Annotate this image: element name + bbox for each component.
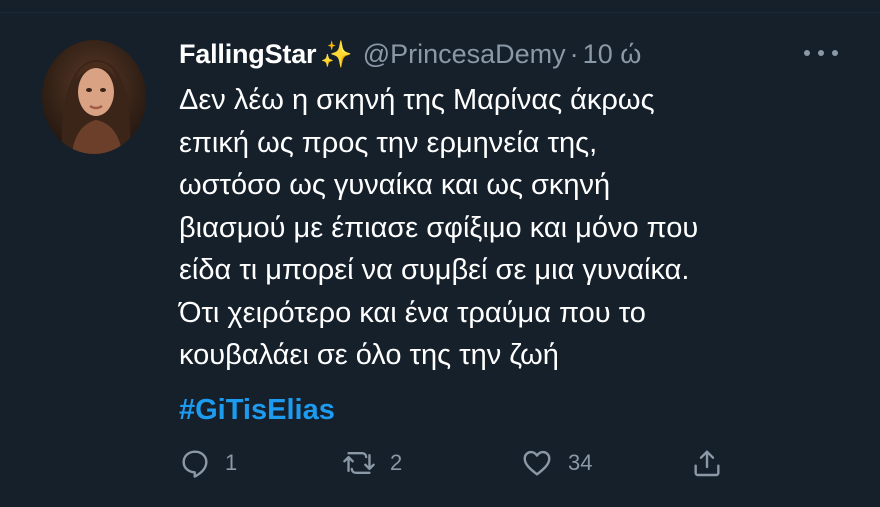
sparkles-emoji: ✨: [320, 38, 353, 69]
tweet-text-line: Ότι χειρότερο και ένα τραύμα που το: [179, 296, 646, 329]
retweet-icon: [342, 447, 376, 479]
reply-icon: [179, 447, 211, 479]
tweet-actions: 1 2 34: [179, 443, 739, 483]
tweet-text-line: είδα τι μπορεί να συμβεί σε μια γυναίκα.: [179, 254, 690, 286]
tweet-text-line: ωστόσο ως γυναίκα και ως σκηνή: [179, 169, 611, 201]
tweet-text: Δεν λέω η σκηνή της Μαρίνας άκρως επική …: [179, 79, 859, 377]
heart-icon: [520, 447, 554, 479]
like-button[interactable]: 34: [520, 443, 592, 483]
user-handle[interactable]: @PrincesaDemy: [363, 39, 566, 70]
tweet-text-line: βιασμού με έπιασε σφίξιμο και μόνο που: [179, 211, 699, 244]
like-count: 34: [568, 450, 593, 475]
tweet-text-line: Δεν λέω η σκηνή της Μαρίνας άκρως: [179, 84, 655, 116]
hashtag-link[interactable]: #GiTisElias: [179, 389, 335, 431]
retweet-button[interactable]: 2: [342, 443, 402, 483]
tweet[interactable]: FallingStar ✨ @PrincesaDemy · 10 ώ Δεν λ…: [0, 0, 880, 507]
retweet-count: 2: [390, 450, 403, 475]
more-horizontal-icon[interactable]: [804, 48, 838, 58]
tweet-header: FallingStar ✨ @PrincesaDemy · 10 ώ: [179, 34, 641, 74]
share-icon: [691, 447, 723, 479]
tweet-text-line: κουβαλάει σε όλο της την ζωή: [179, 339, 559, 371]
tweet-timestamp[interactable]: 10 ώ: [583, 39, 642, 70]
display-name[interactable]: FallingStar: [179, 39, 317, 70]
tweet-text-line: επική ως προς την ερμηνεία της,: [179, 126, 598, 159]
separator-dot: ·: [569, 38, 579, 69]
reply-button[interactable]: 1: [179, 443, 237, 483]
share-button[interactable]: [691, 443, 723, 483]
reply-count: 1: [225, 450, 238, 475]
avatar[interactable]: [42, 40, 146, 154]
